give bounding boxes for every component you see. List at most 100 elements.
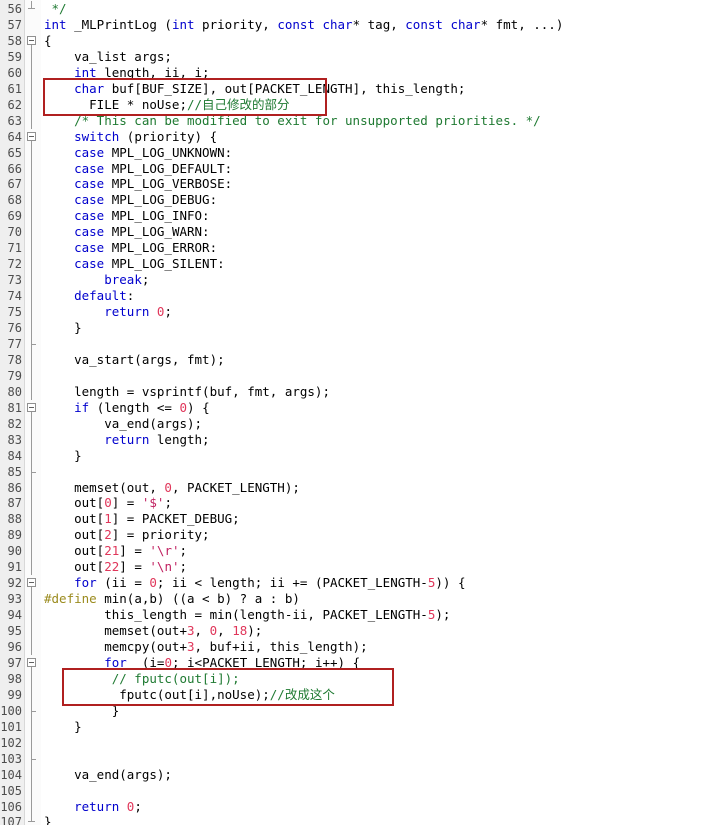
code-text[interactable]: break;	[44, 272, 149, 288]
code-line[interactable]: 65 case MPL_LOG_UNKNOWN:	[0, 144, 707, 161]
code-text[interactable]: return 0;	[44, 304, 172, 320]
code-line[interactable]: 95 memset(out+3, 0, 18);	[0, 623, 707, 640]
code-text[interactable]: this_length = min(length-ii, PACKET_LENG…	[44, 607, 450, 623]
code-line[interactable]: 60 int length, ii, i;	[0, 64, 707, 81]
code-line[interactable]: 92 for (ii = 0; ii < length; ii += (PACK…	[0, 575, 707, 592]
code-line[interactable]: 81 if (length <= 0) {	[0, 400, 707, 416]
code-text[interactable]: }	[44, 448, 82, 464]
code-line[interactable]: 66 case MPL_LOG_DEFAULT:	[0, 160, 707, 177]
code-line[interactable]: 104 va_end(args);	[0, 766, 707, 783]
code-text[interactable]: case MPL_LOG_DEBUG:	[44, 192, 217, 208]
code-line[interactable]: 63 /* This can be modified to exit for u…	[0, 112, 707, 129]
code-line[interactable]: 71 case MPL_LOG_ERROR:	[0, 240, 707, 257]
code-line[interactable]: 80 length = vsprintf(buf, fmt, args);	[0, 383, 707, 400]
code-line[interactable]: 97 for (i=0; i<PACKET_LENGTH; i++) {	[0, 655, 707, 671]
code-text[interactable]: for (ii = 0; ii < length; ii += (PACKET_…	[44, 575, 465, 591]
code-line[interactable]: 105	[0, 782, 707, 799]
code-line[interactable]: 100 }	[0, 702, 707, 719]
code-text[interactable]: case MPL_LOG_VERBOSE:	[44, 176, 232, 192]
code-line[interactable]: 73 break;	[0, 272, 707, 289]
code-text[interactable]: out[2] = priority;	[44, 527, 210, 543]
code-text[interactable]: }	[44, 320, 82, 336]
code-text[interactable]: int _MLPrintLog (int priority, const cha…	[44, 17, 563, 33]
code-line[interactable]: 93 #define min(a,b) ((a < b) ? a : b)	[0, 591, 707, 608]
code-line[interactable]: 69 case MPL_LOG_INFO:	[0, 208, 707, 225]
code-text[interactable]: memcpy(out+3, buf+ii, this_length);	[44, 639, 367, 655]
code-line[interactable]: 99 fputc(out[i],noUse);//改成这个	[0, 686, 707, 703]
code-text[interactable]: int length, ii, i;	[44, 65, 209, 81]
code-line[interactable]: 94 this_length = min(length-ii, PACKET_L…	[0, 607, 707, 624]
code-line[interactable]: 84 }	[0, 447, 707, 464]
code-text[interactable]: }	[44, 703, 120, 719]
code-line[interactable]: 76 }	[0, 320, 707, 336]
code-line[interactable]: 79	[0, 367, 707, 384]
code-text[interactable]: switch (priority) {	[44, 129, 217, 145]
code-line[interactable]: 107}	[0, 814, 707, 825]
code-text[interactable]: case MPL_LOG_UNKNOWN:	[44, 145, 232, 161]
code-text[interactable]: case MPL_LOG_DEFAULT:	[44, 161, 232, 177]
code-text[interactable]: for (i=0; i<PACKET_LENGTH; i++) {	[44, 655, 360, 671]
code-text[interactable]: case MPL_LOG_SILENT:	[44, 256, 225, 272]
code-line[interactable]: 91 out[22] = '\n';	[0, 559, 707, 576]
code-line[interactable]: 85	[0, 463, 707, 480]
fold-toggle-icon[interactable]	[27, 402, 36, 412]
code-text[interactable]: case MPL_LOG_WARN:	[44, 224, 209, 240]
code-line[interactable]: 103	[0, 750, 707, 767]
code-text[interactable]: FILE * noUse;//自己修改的部分	[44, 97, 289, 113]
code-line[interactable]: 77	[0, 335, 707, 352]
code-line[interactable]: 90 out[21] = '\r';	[0, 543, 707, 560]
code-line[interactable]: 56 */	[0, 1, 707, 17]
code-line[interactable]: 101 }	[0, 718, 707, 735]
code-text[interactable]: default:	[44, 288, 134, 304]
code-line[interactable]: 75 return 0;	[0, 304, 707, 321]
code-line[interactable]: 82 va_end(args);	[0, 415, 707, 432]
code-line[interactable]: 59 va_list args;	[0, 48, 707, 65]
code-text[interactable]: out[1] = PACKET_DEBUG;	[44, 511, 240, 527]
code-text[interactable]: */	[44, 1, 67, 17]
code-text[interactable]: case MPL_LOG_ERROR:	[44, 240, 217, 256]
code-text[interactable]: length = vsprintf(buf, fmt, args);	[44, 384, 330, 400]
code-line[interactable]: 89 out[2] = priority;	[0, 527, 707, 544]
code-line[interactable]: 102	[0, 734, 707, 751]
fold-toggle-icon[interactable]	[27, 578, 36, 588]
code-line[interactable]: 61 char buf[BUF_SIZE], out[PACKET_LENGTH…	[0, 80, 707, 97]
code-text[interactable]: {	[44, 33, 52, 49]
code-line[interactable]: 88 out[1] = PACKET_DEBUG;	[0, 511, 707, 528]
code-text[interactable]: char buf[BUF_SIZE], out[PACKET_LENGTH], …	[44, 81, 465, 97]
fold-toggle-icon[interactable]	[27, 131, 36, 141]
code-line[interactable]: 106 return 0;	[0, 798, 707, 815]
code-text[interactable]: memset(out+3, 0, 18);	[44, 623, 262, 639]
code-line[interactable]: 58 {	[0, 33, 707, 49]
code-line[interactable]: 67 case MPL_LOG_VERBOSE:	[0, 176, 707, 193]
code-text[interactable]: if (length <= 0) {	[44, 400, 209, 416]
code-text[interactable]: }	[44, 814, 52, 825]
code-line[interactable]: 83 return length;	[0, 431, 707, 448]
code-text[interactable]: va_list args;	[44, 49, 172, 65]
code-text[interactable]: out[0] = '$';	[44, 495, 172, 511]
code-text[interactable]: fputc(out[i],noUse);//改成这个	[44, 687, 335, 703]
code-line[interactable]: 74 default:	[0, 288, 707, 305]
code-line[interactable]: 78 va_start(args, fmt);	[0, 351, 707, 368]
fold-toggle-icon[interactable]	[27, 35, 36, 45]
code-text[interactable]: out[22] = '\n';	[44, 559, 187, 575]
code-text[interactable]: }	[44, 719, 82, 735]
code-text[interactable]: va_end(args);	[44, 767, 172, 783]
code-text[interactable]: return length;	[44, 432, 209, 448]
code-line[interactable]: 57 int _MLPrintLog (int priority, const c…	[0, 17, 707, 33]
code-line[interactable]: 70 case MPL_LOG_WARN:	[0, 224, 707, 241]
code-line[interactable]: 72 case MPL_LOG_SILENT:	[0, 256, 707, 273]
code-line[interactable]: 96 memcpy(out+3, buf+ii, this_length);	[0, 639, 707, 655]
code-text[interactable]: out[21] = '\r';	[44, 543, 187, 559]
code-text[interactable]: va_start(args, fmt);	[44, 352, 225, 368]
code-text[interactable]: return 0;	[44, 799, 142, 815]
code-line[interactable]: 68 case MPL_LOG_DEBUG:	[0, 192, 707, 209]
code-text[interactable]: va_end(args);	[44, 416, 202, 432]
code-line[interactable]: 62 FILE * noUse;//自己修改的部分	[0, 96, 707, 113]
code-text[interactable]: memset(out, 0, PACKET_LENGTH);	[44, 480, 300, 496]
code-text[interactable]: /* This can be modified to exit for unsu…	[44, 113, 541, 129]
code-line[interactable]: 87 out[0] = '$';	[0, 495, 707, 512]
code-line[interactable]: 98 // fputc(out[i]);	[0, 670, 707, 687]
fold-toggle-icon[interactable]	[27, 657, 36, 667]
code-text[interactable]: #define min(a,b) ((a < b) ? a : b)	[44, 591, 300, 607]
code-line[interactable]: 86 memset(out, 0, PACKET_LENGTH);	[0, 479, 707, 496]
